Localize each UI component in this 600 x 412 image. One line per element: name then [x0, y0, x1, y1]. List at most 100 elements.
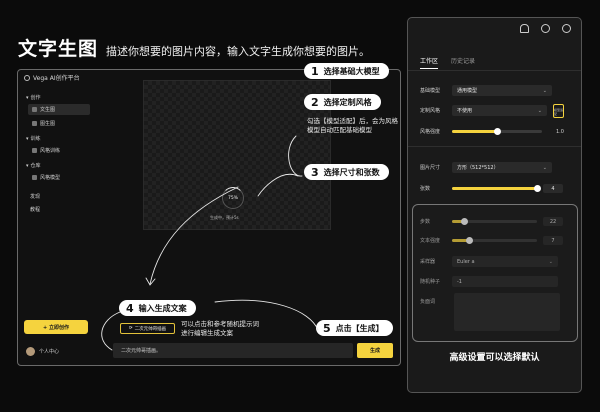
style-value: 不使用: [457, 108, 473, 114]
image-size-value: 方形（512*512）: [457, 165, 499, 171]
base-model-label: 基础模型: [420, 88, 441, 94]
image-icon: [32, 121, 37, 126]
sidebar-item-discover[interactable]: 发现: [30, 193, 96, 200]
image-size-select[interactable]: 方形（512*512） ⌄: [452, 162, 552, 173]
panel-tabs: 工作区 历史记录: [420, 56, 475, 69]
headset-icon[interactable]: [562, 24, 571, 33]
user-center[interactable]: 个人中心: [26, 347, 59, 356]
note-line: 可以点击和参考随机提示词: [181, 320, 259, 328]
app-logo-icon: [24, 74, 30, 81]
slider-fill: [452, 187, 537, 190]
model-adapt-label: 模型适配: [554, 108, 564, 116]
step-number: 5: [323, 321, 331, 335]
step-number: 3: [311, 165, 319, 179]
callout-step2-note: 勾选【模型适配】后，会为风格 模型自动匹配基础模型: [307, 117, 398, 135]
chevron-down-icon: ▾: [26, 135, 29, 142]
image-size-row: 图片尺寸 方形（512*512） ⌄: [420, 162, 552, 173]
sidebar-group-create[interactable]: ▾ 创作: [26, 94, 96, 102]
style-strength-slider[interactable]: [452, 128, 542, 135]
callout-step4-note: 可以点击和参考随机提示词 进行编辑生成文案: [181, 320, 259, 338]
sidebar: ▾ 创作 文生图 图生图 ▾ 训练 风格训练 ▾ 仓库 风格模型 发现 教程 + 立即…: [18, 88, 96, 365]
random-prompt-text: 二次元帅哥插画: [134, 326, 167, 332]
chevron-down-icon: ⌄: [542, 87, 547, 94]
advanced-caption: 高级设置可以选择默认: [449, 353, 540, 363]
model-icon: [32, 175, 37, 180]
image-size-label: 图片尺寸: [420, 165, 441, 171]
style-row: 定制风格 不使用 ⌄: [420, 105, 547, 116]
style-label: 定制风格: [420, 108, 441, 114]
style-strength-label: 风格强度: [420, 129, 441, 135]
divider: [408, 146, 581, 147]
step-number: 2: [311, 95, 319, 109]
slider-knob[interactable]: [533, 185, 541, 192]
style-strength-value: 1.0: [556, 128, 564, 135]
step-text: 选择基础大模型: [323, 66, 380, 76]
callout-step5: 5 点击【生成】: [316, 320, 393, 336]
image-icon: [32, 107, 37, 112]
step-text: 点击【生成】: [335, 323, 384, 333]
count-value[interactable]: 4: [543, 184, 563, 193]
chevron-down-icon: ▾: [26, 162, 29, 169]
tab-history[interactable]: 历史记录: [451, 56, 475, 69]
avatar: [26, 347, 35, 356]
sidebar-group-repo[interactable]: ▾ 仓库: [26, 162, 96, 170]
note-line: 模型自动匹配基础模型: [307, 126, 372, 134]
prompt-input[interactable]: 二次元帅哥插画。: [113, 343, 353, 358]
step-text: 选择尺寸和张数: [323, 167, 380, 177]
sidebar-item-label: 文生图: [40, 107, 56, 113]
divider: [408, 70, 581, 71]
gear-icon[interactable]: [541, 24, 550, 33]
step-number: 4: [126, 301, 134, 315]
count-label: 张数: [420, 186, 431, 192]
progress-ring: 75%: [222, 187, 244, 209]
base-model-select[interactable]: 通用模型 ⌄: [452, 85, 552, 96]
generate-button[interactable]: 生成: [357, 343, 393, 358]
chevron-down-icon: ▾: [26, 94, 29, 101]
sidebar-item-label: 风格训练: [40, 148, 61, 154]
sidebar-group-label: 仓库: [30, 163, 41, 169]
advanced-settings-frame: [412, 204, 578, 342]
sidebar-item-text2img[interactable]: 文生图: [28, 104, 90, 115]
panel-toolbar: [520, 24, 571, 33]
callout-step4: 4 输入生成文案: [119, 300, 196, 316]
app-title: Vega AI创作平台: [24, 73, 80, 82]
count-slider[interactable]: [452, 185, 541, 192]
train-icon: [32, 148, 37, 153]
sidebar-item-style-model[interactable]: 风格模型: [28, 172, 90, 183]
headline-title: 文字生图: [18, 38, 99, 60]
sidebar-item-tutorial[interactable]: 教程: [30, 206, 96, 213]
random-prompt-chip[interactable]: ⟳ 二次元帅哥插画: [120, 323, 175, 334]
headline-subtitle: 描述你想要的图片内容，输入文字生成你想要的图片。: [106, 45, 371, 58]
note-line: 进行编辑生成文案: [181, 329, 233, 337]
style-select[interactable]: 不使用 ⌄: [452, 105, 547, 116]
callout-step1: 1 选择基础大模型: [304, 63, 389, 79]
callout-step2: 2 选择定制风格: [304, 94, 381, 110]
sidebar-group-train[interactable]: ▾ 训练: [26, 135, 96, 143]
sidebar-item-img2img[interactable]: 图生图: [28, 118, 90, 129]
note-line: 勾选【模型适配】后，会为风格: [307, 117, 398, 125]
sidebar-group-label: 训练: [30, 136, 41, 142]
step-text: 输入生成文案: [138, 303, 187, 313]
refresh-icon: ⟳: [128, 326, 133, 331]
progress-percent: 75%: [227, 195, 238, 201]
base-model-value: 通用模型: [457, 88, 478, 94]
sidebar-item-label: 图生图: [40, 121, 56, 127]
tab-workspace[interactable]: 工作区: [420, 56, 439, 69]
create-button[interactable]: + 立即创作: [24, 320, 88, 334]
sidebar-item-style-train[interactable]: 风格训练: [28, 145, 90, 156]
count-row: 张数 4: [420, 184, 563, 193]
chevron-down-icon: ⌄: [542, 164, 547, 171]
user-label: 个人中心: [39, 349, 60, 355]
step-text: 选择定制风格: [323, 97, 372, 107]
slider-knob[interactable]: [493, 128, 501, 135]
base-model-row: 基础模型 通用模型 ⌄: [420, 85, 552, 96]
chevron-down-icon: ⌄: [537, 107, 542, 114]
step-number: 1: [311, 64, 319, 78]
slider-fill: [452, 130, 497, 133]
app-title-text: Vega AI创作平台: [33, 75, 80, 82]
bell-icon[interactable]: [520, 24, 529, 33]
page-headline: 文字生图 描述你想要的图片内容，输入文字生成你想要的图片。: [18, 34, 370, 61]
sidebar-group-label: 创作: [30, 95, 41, 101]
callout-step3: 3 选择尺寸和张数: [304, 164, 389, 180]
model-adapt-toggle[interactable]: 模型适配: [553, 104, 564, 118]
